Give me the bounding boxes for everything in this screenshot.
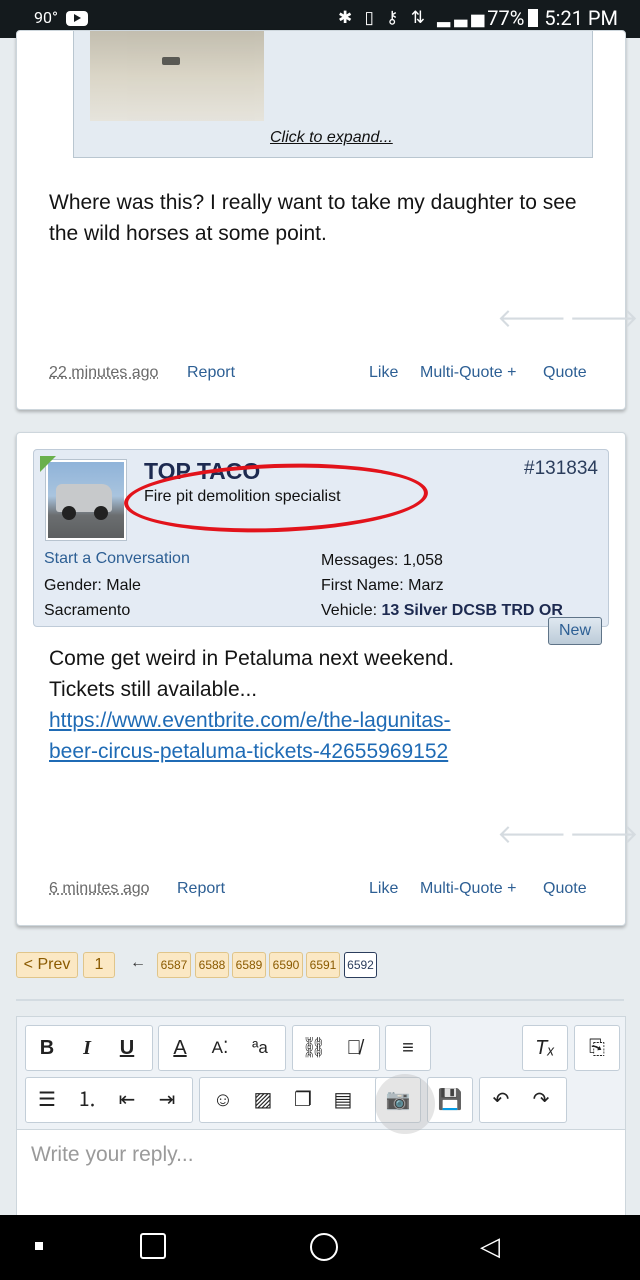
image-icon[interactable]: ▨ (244, 1078, 282, 1122)
bold-icon[interactable]: B (28, 1026, 66, 1070)
text-style-group: A A⁚ ªa (158, 1025, 286, 1071)
italic-icon[interactable]: I (68, 1026, 106, 1070)
home-icon[interactable] (310, 1233, 338, 1261)
editor-toolbar: B I U A A⁚ ªa ⛓ ⛓̸ ≡ Tₓ ⎘ ☰ ⒈ ⇤ ⇥ ☺ ▨ ❐ … (17, 1017, 625, 1130)
prev-page-button[interactable]: < Prev (16, 952, 78, 978)
font-family-icon[interactable]: ªa (241, 1026, 279, 1070)
vehicle-stat: Vehicle: 13 Silver DCSB TRD OR (321, 602, 563, 619)
list-group: ☰ ⒈ ⇤ ⇥ (25, 1077, 193, 1123)
post-message: Where was this? I really want to take my… (49, 191, 577, 245)
battery-percent: 77% (487, 6, 525, 30)
font-size-icon[interactable]: A⁚ (201, 1026, 239, 1070)
numbered-list-icon[interactable]: ⒈ (68, 1078, 106, 1122)
reply-input[interactable]: Write your reply... (31, 1143, 194, 1167)
align-group: ≡ (385, 1025, 431, 1071)
current-page-button[interactable]: 6592 (344, 952, 377, 978)
location-stat: Sacramento (44, 602, 131, 619)
clear-format-icon[interactable]: Tₓ (526, 1026, 564, 1070)
toggle-bbcode-group: ⎘ (574, 1025, 620, 1071)
notification-dot-icon (35, 1242, 43, 1250)
status-right: 77% 5:21 PM (487, 6, 618, 30)
bbcode-toggle-icon[interactable]: ⎘ (578, 1026, 616, 1070)
text-color-icon[interactable]: A (161, 1026, 199, 1070)
temperature-text: 90° (34, 8, 58, 27)
link-icon[interactable]: ⛓ (295, 1026, 333, 1070)
insert-code-icon[interactable]: ▤ (324, 1078, 362, 1122)
insert-group: ☺ ▨ ❐ ▤ (199, 1077, 381, 1123)
back-icon[interactable]: ◁ (480, 1231, 500, 1262)
align-left-icon[interactable]: ≡ (389, 1026, 427, 1070)
arrow-right-icon[interactable]: 🡒 (569, 819, 639, 850)
android-nav-bar: ◁ (0, 1215, 640, 1280)
clock: 5:21 PM (544, 6, 618, 30)
report-link[interactable]: Report (187, 364, 235, 382)
page-button[interactable]: 6590 (269, 952, 303, 978)
status-icons: ✱ ▯ ⚷ ⇅ ▂▃▅ (338, 8, 489, 28)
report-link[interactable]: Report (177, 880, 225, 898)
post-number[interactable]: #131834 (524, 458, 598, 480)
like-link[interactable]: Like (369, 364, 398, 382)
reply-editor: B I U A A⁚ ªa ⛓ ⛓̸ ≡ Tₓ ⎘ ☰ ⒈ ⇤ ⇥ ☺ ▨ ❐ … (16, 1016, 626, 1218)
gender-stat: Gender: Male (44, 577, 141, 594)
media-icon[interactable]: ❐ (284, 1078, 322, 1122)
new-badge: New (548, 617, 602, 645)
redo-icon[interactable]: ↷ (522, 1078, 560, 1122)
first-name-stat: First Name: Marz (321, 577, 444, 594)
multi-quote-link[interactable]: Multi-Quote + (420, 880, 516, 898)
post-message: Come get weird in Petaluma next weekend.… (49, 647, 455, 763)
indent-icon[interactable]: ⇥ (148, 1078, 186, 1122)
youtube-icon (66, 11, 88, 26)
pagination: < Prev 1 ← 6587 6588 6589 6590 6591 6592 (0, 952, 640, 978)
post-card: Click to expand... Where was this? I rea… (16, 30, 639, 410)
post-time[interactable]: 22 minutes ago (49, 364, 158, 382)
arrow-left-icon[interactable]: 🡐 (497, 819, 567, 850)
outdent-icon[interactable]: ⇤ (108, 1078, 146, 1122)
quote-block: Click to expand... (73, 31, 593, 158)
format-group: B I U (25, 1025, 153, 1071)
quote-link[interactable]: Quote (543, 364, 587, 382)
avatar[interactable] (46, 460, 126, 540)
like-link[interactable]: Like (369, 880, 398, 898)
battery-icon (528, 9, 539, 27)
page-button[interactable]: 6591 (306, 952, 340, 978)
online-indicator-icon (40, 456, 56, 472)
post-time[interactable]: 6 minutes ago (49, 880, 150, 898)
clear-format-group: Tₓ (522, 1025, 568, 1071)
page-skip-arrow: ← (130, 954, 146, 971)
undo-icon[interactable]: ↶ (482, 1078, 520, 1122)
touch-highlight (375, 1074, 435, 1134)
page-first-button[interactable]: 1 (83, 952, 115, 978)
start-conversation-link[interactable]: Start a Conversation (44, 550, 190, 568)
unlink-icon[interactable]: ⛓̸ (335, 1026, 373, 1070)
smilie-icon[interactable]: ☺ (204, 1078, 242, 1122)
click-to-expand-link[interactable]: Click to expand... (270, 129, 393, 147)
divider (16, 999, 624, 1001)
quoted-image[interactable] (90, 31, 264, 121)
history-group: ↶ ↷ (479, 1077, 567, 1123)
arrow-left-icon[interactable]: 🡐 (497, 303, 567, 334)
bullet-list-icon[interactable]: ☰ (28, 1078, 66, 1122)
link-group: ⛓ ⛓̸ (292, 1025, 380, 1071)
post-card: TOP TACO Fire pit demolition specialist … (16, 432, 639, 926)
event-link[interactable]: https://www.eventbrite.com/e/the-lagunit… (49, 709, 451, 763)
recent-apps-icon[interactable] (140, 1233, 166, 1259)
page-button[interactable]: 6587 (157, 952, 191, 978)
page-button[interactable]: 6588 (195, 952, 229, 978)
underline-icon[interactable]: U (108, 1026, 146, 1070)
user-info-box: TOP TACO Fire pit demolition specialist … (33, 449, 609, 627)
save-draft-icon[interactable]: 💾 (431, 1078, 469, 1122)
quote-link[interactable]: Quote (543, 880, 587, 898)
messages-stat: Messages: 1,058 (321, 552, 443, 569)
page-button[interactable]: 6589 (232, 952, 266, 978)
arrow-right-icon[interactable]: 🡒 (569, 303, 639, 334)
multi-quote-link[interactable]: Multi-Quote + (420, 364, 516, 382)
